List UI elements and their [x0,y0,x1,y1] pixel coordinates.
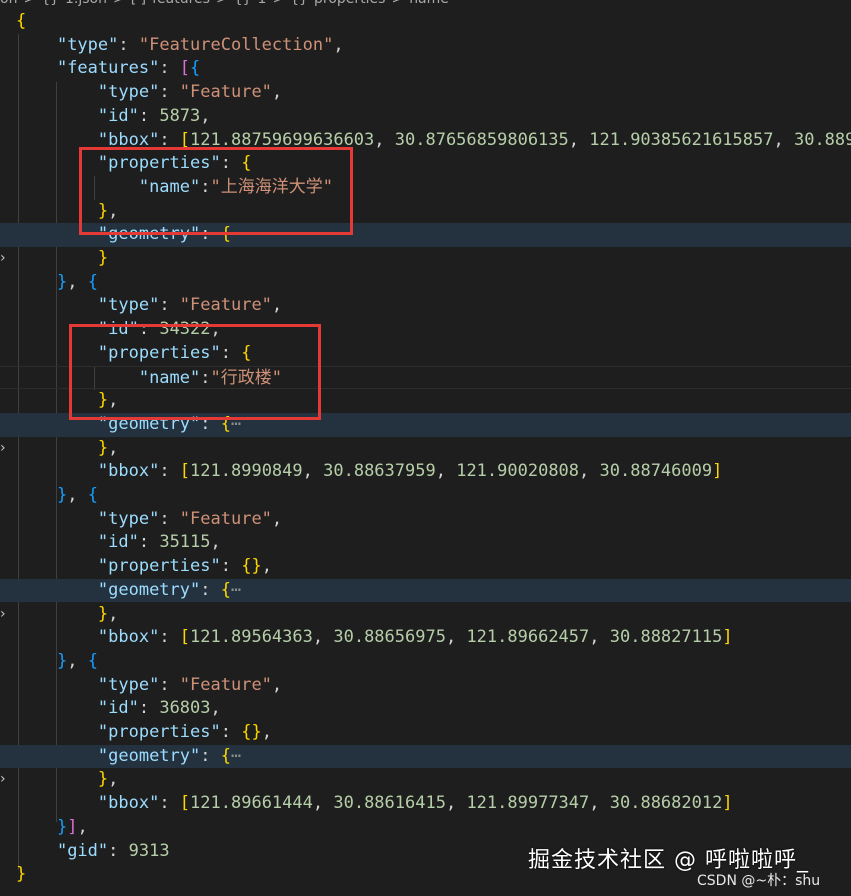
code-line: "type": "Feature", [97,674,283,695]
breadcrumb-item[interactable]: {} [290,0,308,7]
json-key: "features" [56,58,160,79]
code-line: }, { [56,650,98,671]
json-key: "geometry" [97,579,201,600]
json-key: "bbox" [97,793,160,814]
json-key: "id" [97,532,139,553]
breadcrumb-item[interactable]: name [409,0,449,7]
code-line: "type": "Feature", [97,508,283,529]
json-number: 5873 [159,105,201,126]
breadcrumb-item[interactable]: > [23,0,35,7]
json-key: "bbox" [97,461,160,482]
breadcrumb-item[interactable]: 1.json [65,0,107,7]
json-key: "gid" [56,840,109,861]
code-line: }, [97,603,119,624]
json-number: 30.88827115 [609,627,723,648]
json-number: 121.89977347 [466,793,590,814]
json-number: 121.90020808 [456,461,580,482]
json-number: 121.89662457 [466,627,590,648]
json-number: 121.90385621615857 [589,129,774,150]
code-line: "type": "Feature", [97,295,283,316]
json-number: 121.8990849 [190,461,303,482]
json-string: "FeatureCollection" [138,34,334,55]
json-string: "Feature" [179,82,272,103]
breadcrumb-item[interactable]: [ ] [131,0,146,7]
breadcrumb-item[interactable]: > [113,0,125,7]
json-number: 30.88637959 [323,461,436,482]
breadcrumb-item[interactable]: > [272,0,284,7]
fold-ellipsis[interactable]: ⋯ [231,746,241,766]
code-line: }, { [56,485,98,505]
json-empty-object: {} [241,722,262,742]
code-line: } [97,248,109,268]
json-key: "id" [97,698,139,719]
breadcrumb-item[interactable]: features [152,0,210,7]
json-number: 35115 [159,532,211,553]
code-line: "type": "FeatureCollection", [56,34,344,55]
json-key: "type" [97,674,160,695]
json-string: "Feature" [179,508,272,529]
json-string: "Feature" [179,295,272,316]
code-line: }, [97,437,119,458]
code-line: }], [56,816,88,837]
code-editor[interactable]: { "type": "FeatureCollection", "features… [0,10,851,896]
json-number: 30.88951007 [793,129,851,150]
breadcrumb-item[interactable]: properties [314,0,385,7]
json-key: "geometry" [97,745,201,766]
breadcrumb-item[interactable]: on [0,0,17,7]
json-key: "type" [56,34,119,55]
json-key: "id" [97,105,139,126]
code-line: "bbox": [121.8990849, 30.88637959, 121.9… [97,461,723,482]
bracket: { [16,11,27,31]
json-number: 36803 [159,698,211,719]
breadcrumb-item[interactable]: 1 [258,0,267,7]
json-number: 9313 [128,840,170,861]
code-line: "bbox": [121.89564363, 30.88656975, 121.… [97,627,733,648]
highlight-box [69,324,321,420]
watermark-sub: CSDN @~朴：shu [697,873,821,889]
breadcrumb: on > {} 1.json > [ ] features > {} 1 > {} properties… [0,0,851,8]
json-number: 30.88746009 [599,461,713,482]
breadcrumb-item[interactable]: > [391,0,403,7]
json-string: "Feature" [179,674,272,695]
json-key: "type" [97,295,160,316]
code-line: "id": 35115, [97,532,221,553]
json-key: "properties" [97,556,221,577]
code-line: "id": 36803, [97,698,221,719]
breadcrumb-item[interactable]: {} [41,0,59,7]
highlight-box [79,147,353,235]
json-key: "type" [97,82,160,103]
json-empty-object: {} [241,556,262,577]
json-key: "type" [97,508,160,529]
fold-ellipsis[interactable]: ⋯ [231,580,241,600]
json-number: 121.89564363 [190,627,313,648]
code-line: "features": [{ [56,58,201,79]
json-key: "properties" [97,722,221,742]
json-number: 121.89661444 [190,793,313,814]
json-number: 30.88616415 [333,793,446,814]
code-line: "properties": {}, [97,722,272,742]
json-number: 30.87656859806135 [394,129,569,150]
json-number: 30.88682012 [609,793,723,814]
breadcrumb-item[interactable]: > [216,0,228,7]
json-key: "bbox" [97,627,160,648]
code-line: }, { [56,271,98,292]
breadcrumb-item[interactable]: {} [234,0,252,7]
code-line: "properties": {}, [97,556,272,577]
code-line-folded[interactable]: › "geometry": {⋯ [0,744,851,787]
code-line-folded[interactable]: › "geometry": {⋯ [0,578,851,622]
code-line: }, [97,769,119,790]
code-line: { [0,10,851,34]
code-line: "bbox": [121.89661444, 30.88616415, 121.… [97,793,733,814]
bracket: } [16,864,27,885]
json-number: 30.88656975 [333,627,446,648]
code-line: "type": "Feature", [97,82,283,103]
code-line: "id": 5873, [97,105,211,126]
